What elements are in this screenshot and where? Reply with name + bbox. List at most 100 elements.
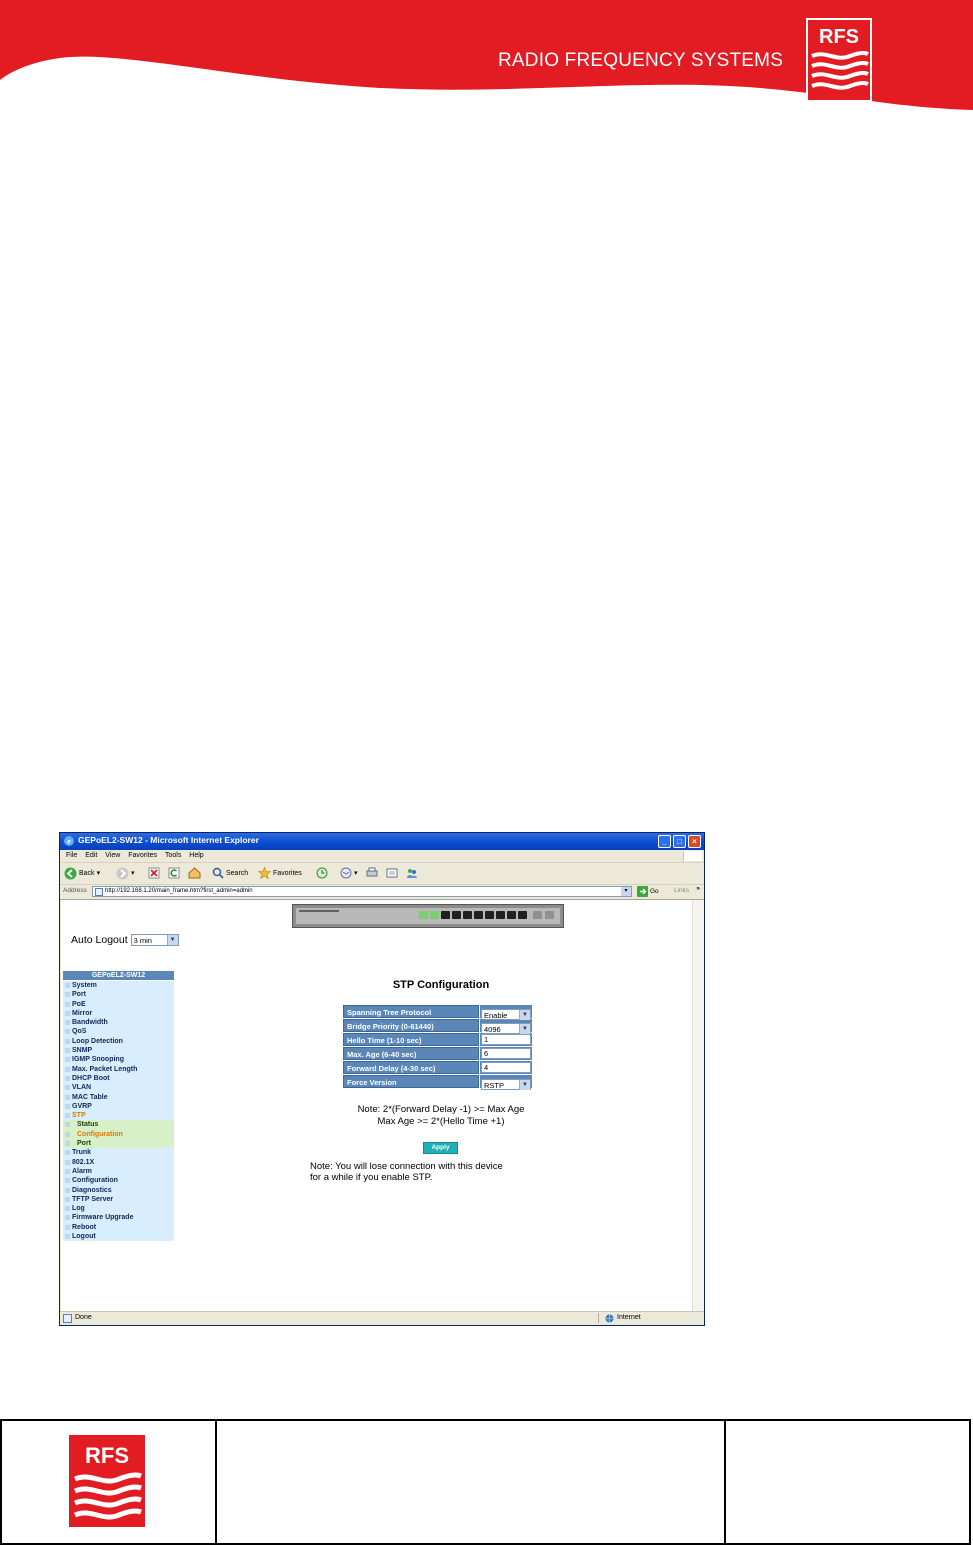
chevron-right-icon[interactable]: » (696, 885, 700, 892)
nav-item-alarm[interactable]: Alarm (63, 1166, 174, 1177)
nav-item-max-packet-length[interactable]: Max. Packet Length (63, 1064, 174, 1074)
home-button[interactable] (188, 866, 201, 880)
nav-item-bandwidth[interactable]: Bandwidth (63, 1018, 174, 1028)
menu-help[interactable]: Help (189, 852, 203, 859)
svg-text:RFS: RFS (85, 1443, 129, 1468)
nav-item-logout[interactable]: Logout (63, 1232, 174, 1242)
nav-subitem-configuration[interactable]: Configuration (63, 1129, 174, 1140)
refresh-button[interactable] (168, 866, 180, 880)
brand-name: RADIO FREQUENCY SYSTEMS (498, 50, 784, 71)
vertical-scrollbar[interactable] (692, 900, 704, 1311)
field-label: Force Version (343, 1075, 479, 1088)
maximize-button[interactable]: □ (673, 835, 686, 848)
stop-icon (148, 867, 160, 879)
chevron-down-icon: ▼ (519, 1024, 530, 1035)
nav-item-port[interactable]: Port (63, 990, 174, 1000)
links-label[interactable]: Links (674, 887, 689, 894)
close-button[interactable]: × (688, 835, 701, 848)
max-age-input[interactable]: 6 (481, 1048, 531, 1059)
nav-subitem-port[interactable]: Port (63, 1139, 174, 1149)
nav-item-vlan[interactable]: VLAN (63, 1083, 174, 1093)
force-version-select[interactable]: RSTP ▼ (481, 1079, 531, 1091)
chevron-down-icon: ▼ (519, 1080, 530, 1091)
apply-button[interactable]: Apply (423, 1142, 458, 1154)
title-bar: e GEPoEL2-SW12 - Microsoft Internet Expl… (60, 833, 704, 850)
menu-file[interactable]: File (66, 852, 77, 859)
footer-middle-cell (215, 1421, 726, 1543)
print-icon (366, 867, 378, 877)
menu-view[interactable]: View (105, 852, 120, 859)
history-button[interactable] (316, 866, 328, 880)
favorites-button[interactable]: Favorites (258, 866, 302, 880)
field-label: Hello Time (1-10 sec) (343, 1033, 479, 1046)
nav-item-qos[interactable]: QoS (63, 1027, 174, 1037)
address-input[interactable]: http://192.168.1.20/main_frame.htm?first… (92, 886, 632, 897)
menu-tools[interactable]: Tools (165, 852, 181, 859)
config-row-protocol: Spanning Tree Protocol Enable ▼ (343, 1005, 532, 1021)
nav-item-gvrp[interactable]: GVRP (63, 1101, 174, 1112)
menu-edit[interactable]: Edit (85, 852, 97, 859)
nav-item-firmware-upgrade[interactable]: Firmware Upgrade (63, 1213, 174, 1223)
nav-item-tftp-server[interactable]: TFTP Server (63, 1194, 174, 1205)
messenger-button[interactable] (406, 866, 418, 880)
nav-item-igmp-snooping[interactable]: IGMP Snooping (63, 1055, 174, 1065)
nav-item-trunk[interactable]: Trunk (63, 1148, 174, 1158)
security-zone: Internet (617, 1314, 641, 1321)
nav-item-stp[interactable]: STP (63, 1111, 174, 1121)
stop-button[interactable] (148, 866, 160, 880)
svg-text:RFS: RFS (819, 26, 859, 48)
config-row-forward-delay: Forward Delay (4-30 sec) 4 (343, 1061, 532, 1074)
nav-header: GEPoEL2-SW12 (63, 971, 174, 980)
page-content: Auto Logout 3 min ▼ GEPoEL2-SW12 System … (61, 900, 692, 1311)
mail-icon (340, 867, 352, 879)
messenger-icon (407, 869, 417, 878)
field-label: Forward Delay (4-30 sec) (343, 1061, 479, 1074)
footer-table: RFS (0, 1419, 971, 1545)
edit-button[interactable] (386, 866, 398, 880)
globe-icon (605, 1314, 614, 1323)
search-button[interactable]: Search (212, 866, 248, 880)
forward-delay-input[interactable]: 4 (481, 1062, 531, 1073)
nav-item-reboot[interactable]: Reboot (63, 1222, 174, 1233)
bridge-priority-select[interactable]: 4096 ▼ (481, 1023, 531, 1035)
nav-item-8021x[interactable]: 802.1X (63, 1157, 174, 1167)
field-label: Max. Age (6-40 sec) (343, 1047, 479, 1060)
auto-logout: Auto Logout 3 min ▼ (71, 934, 179, 947)
nav-item-mirror[interactable]: Mirror (63, 1008, 174, 1019)
chevron-down-icon: ▼ (166, 935, 178, 946)
home-icon (188, 867, 201, 879)
go-button[interactable]: Go (637, 886, 659, 897)
connection-note: Note: You will lose connection with this… (310, 1161, 503, 1183)
go-arrow-icon (637, 886, 648, 897)
mail-button[interactable]: ▾ (340, 866, 358, 880)
page-title: STP Configuration (392, 979, 490, 991)
nav-item-log[interactable]: Log (63, 1204, 174, 1214)
field-label: Bridge Priority (0-61440) (343, 1019, 479, 1032)
hello-time-input[interactable]: 1 (481, 1034, 531, 1045)
nav-item-poe[interactable]: PoE (63, 999, 174, 1009)
auto-logout-select[interactable]: 3 min ▼ (130, 934, 179, 947)
menu-bar: File Edit View Favorites Tools Help (60, 850, 704, 863)
nav-item-configuration[interactable]: Configuration (63, 1176, 174, 1186)
forward-button[interactable]: ▾ (116, 866, 135, 880)
nav-item-mac-table[interactable]: MAC Table (63, 1092, 174, 1102)
spanning-tree-select[interactable]: Enable ▼ (481, 1009, 531, 1021)
back-button[interactable]: Back ▾ (64, 866, 100, 880)
print-button[interactable] (366, 866, 378, 880)
window-title: GEPoEL2-SW12 - Microsoft Internet Explor… (78, 835, 259, 845)
nav-item-diagnostics[interactable]: Diagnostics (63, 1185, 174, 1195)
nav-item-system[interactable]: System (63, 981, 174, 991)
minimize-button[interactable]: _ (658, 835, 671, 848)
field-label: Spanning Tree Protocol (343, 1005, 479, 1018)
address-dropdown-icon[interactable]: ▾ (621, 887, 631, 896)
browser-window: e GEPoEL2-SW12 - Microsoft Internet Expl… (59, 832, 705, 1326)
nav-item-dhcp-boot[interactable]: DHCP Boot (63, 1073, 174, 1084)
edit-icon (386, 868, 398, 878)
timing-note: Note: 2*(Forward Delay -1) >= Max Age Ma… (357, 1104, 525, 1127)
nav-item-loop-detection[interactable]: Loop Detection (63, 1036, 174, 1047)
search-icon (212, 867, 224, 879)
page-done-icon (63, 1314, 72, 1323)
nav-subitem-status[interactable]: Status (63, 1120, 174, 1130)
menu-favorites[interactable]: Favorites (128, 852, 157, 859)
nav-item-snmp[interactable]: SNMP (63, 1046, 174, 1056)
